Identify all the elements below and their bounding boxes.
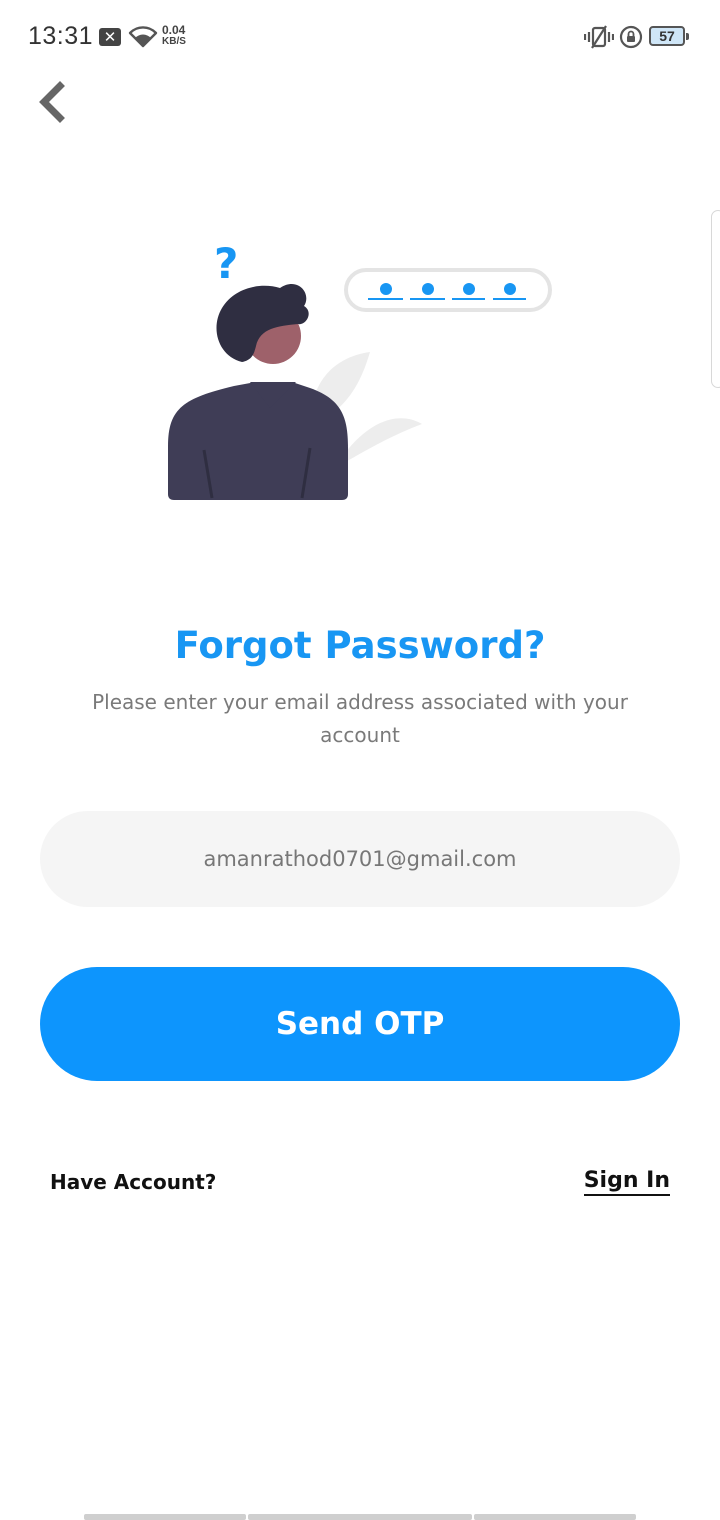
gesture-bar-left [84,1514,246,1520]
chevron-left-icon [39,81,65,123]
question-mark: ? [214,239,238,288]
send-otp-button[interactable]: Send OTP [40,967,680,1081]
gesture-bar-right [474,1514,636,1520]
battery-icon: 57 [649,26,689,46]
vibrate-icon [584,25,614,49]
gesture-bar-center [248,1514,472,1520]
have-account-label: Have Account? [50,1170,217,1194]
status-bar: 13:31 ✕ 0.04 KB/S 57 [0,0,720,72]
page-subtitle: Please enter your email address associat… [92,690,628,747]
network-speed-value: 0.04 [162,23,186,37]
forgot-password-screen: 13:31 ✕ 0.04 KB/S 57 ? Forgot Password? … [0,0,720,1520]
notification-icon: ✕ [99,28,121,46]
wifi-icon [128,26,158,48]
rotation-lock-icon [619,25,643,49]
page-title: Forgot Password? [174,624,546,667]
status-time: 13:31 [28,22,94,50]
email-field[interactable] [40,811,680,907]
network-speed: 0.04 KB/S [162,24,196,48]
network-speed-unit: KB/S [162,36,186,47]
battery-level: 57 [659,28,675,44]
back-button[interactable] [30,78,78,126]
forgot-password-illustration: ? [168,239,552,500]
sign-in-link[interactable]: Sign In [583,1168,670,1196]
edge-panel-handle[interactable] [711,210,720,388]
